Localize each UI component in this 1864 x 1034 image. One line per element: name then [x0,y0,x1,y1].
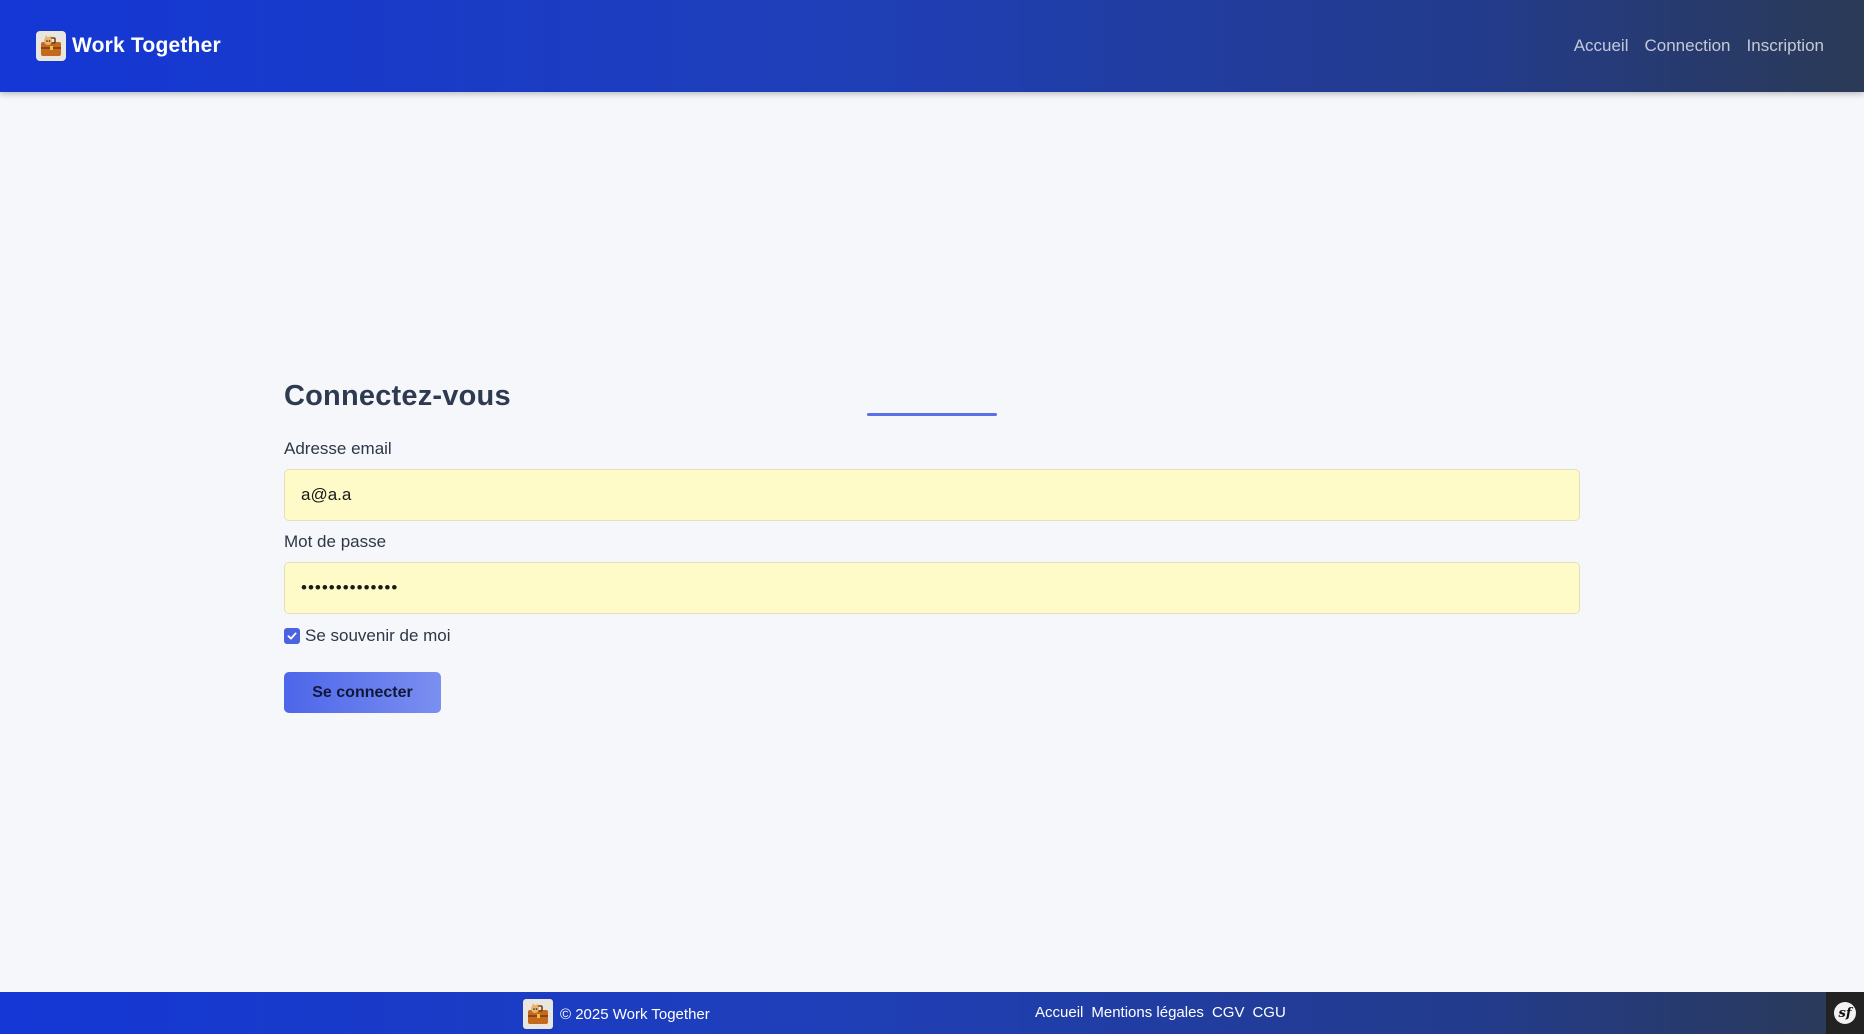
login-submit-button[interactable]: Se connecter [284,672,441,713]
footer: © 2025 Work Together Accueil Mentions lé… [0,992,1864,1034]
footer-logo-icon [523,999,553,1029]
email-input[interactable] [284,469,1580,521]
nav-accueil[interactable]: Accueil [1574,36,1629,56]
footer-brand: © 2025 Work Together [523,999,710,1029]
footer-link-mentions-legales[interactable]: Mentions légales [1091,1004,1204,1021]
page-title: Connectez-vous [284,380,511,412]
main-nav: Accueil Connection Inscription [1574,36,1824,56]
brand-logo-icon [36,31,66,61]
title-divider [867,413,997,416]
check-icon [287,632,297,640]
nav-connection[interactable]: Connection [1645,36,1731,56]
footer-copyright: © 2025 Work Together [560,1005,710,1023]
brand-link[interactable]: Work Together [36,31,221,61]
nav-inscription[interactable]: Inscription [1747,36,1824,56]
remember-me-checkbox[interactable] [284,628,300,644]
email-label: Adresse email [284,439,392,458]
remember-me-row: Se souvenir de moi [284,626,451,646]
password-label: Mot de passe [284,532,387,551]
top-navbar: Work Together Accueil Connection Inscrip… [0,0,1864,92]
brand-name: Work Together [72,34,221,57]
footer-link-accueil[interactable]: Accueil [1035,1004,1083,1021]
login-form: Connectez-vous Adresse email Mot de pass… [284,375,1580,713]
symfony-debug-toolbar-toggle[interactable]: sf [1826,992,1864,1034]
password-input[interactable] [284,562,1580,614]
footer-nav: Accueil Mentions légales CGV CGU [1035,1004,1286,1021]
remember-me-label[interactable]: Se souvenir de moi [305,626,451,646]
footer-link-cgv[interactable]: CGV [1212,1004,1245,1021]
symfony-icon: sf [1834,1002,1856,1024]
footer-link-cgu[interactable]: CGU [1252,1004,1285,1021]
